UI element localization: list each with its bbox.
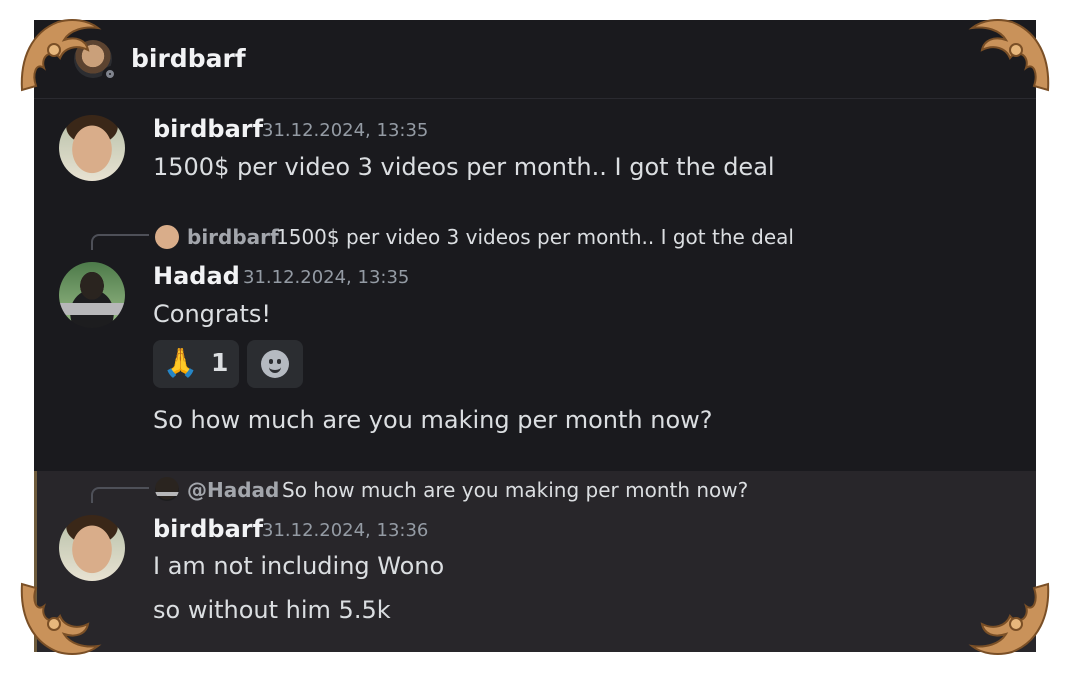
message-author[interactable]: Hadad	[153, 262, 240, 290]
message-author[interactable]: birdbarf	[153, 515, 263, 543]
reply-avatar	[155, 477, 179, 501]
header-username[interactable]: birdbarf	[131, 44, 246, 73]
reply-preview-text[interactable]: 1500$ per video 3 videos per month.. I g…	[276, 225, 794, 249]
add-reaction-smile-icon	[261, 350, 289, 378]
reply-author[interactable]: birdbarf	[187, 225, 279, 249]
reaction-count: 1	[211, 348, 229, 377]
avatar[interactable]	[59, 515, 125, 581]
chat-window: birdbarf birdbarf 31.12.2024, 13:35 1500…	[34, 20, 1036, 652]
message-text: I am not including Wono	[153, 552, 445, 580]
message-timestamp: 31.12.2024, 13:35	[262, 120, 429, 141]
reply-connector	[91, 487, 149, 503]
reaction-pill[interactable]: 🙏 1	[153, 340, 239, 388]
reply-preview-text[interactable]: So how much are you making per month now…	[282, 478, 748, 502]
message-text: so without him 5.5k	[153, 596, 391, 624]
baroque-corner-ornament	[968, 582, 1050, 655]
channel-header: birdbarf	[34, 20, 1036, 99]
message-text: So how much are you making per month now…	[153, 406, 713, 434]
message-text: Congrats!	[153, 300, 271, 328]
baroque-corner-ornament	[968, 19, 1050, 92]
reply-connector	[91, 234, 149, 250]
baroque-corner-ornament	[20, 582, 102, 655]
offline-status-icon	[102, 66, 122, 86]
avatar[interactable]	[59, 115, 125, 181]
reply-avatar	[155, 225, 179, 249]
message-timestamp: 31.12.2024, 13:35	[243, 267, 410, 288]
add-reaction-button[interactable]	[247, 340, 303, 388]
message-text: 1500$ per video 3 videos per month.. I g…	[153, 153, 775, 181]
message-timestamp: 31.12.2024, 13:36	[262, 520, 429, 541]
reply-author[interactable]: @Hadad	[187, 478, 279, 502]
message-author[interactable]: birdbarf	[153, 115, 263, 143]
baroque-corner-ornament	[20, 19, 102, 92]
avatar[interactable]	[59, 262, 125, 328]
folded-hands-icon: 🙏	[163, 346, 198, 379]
